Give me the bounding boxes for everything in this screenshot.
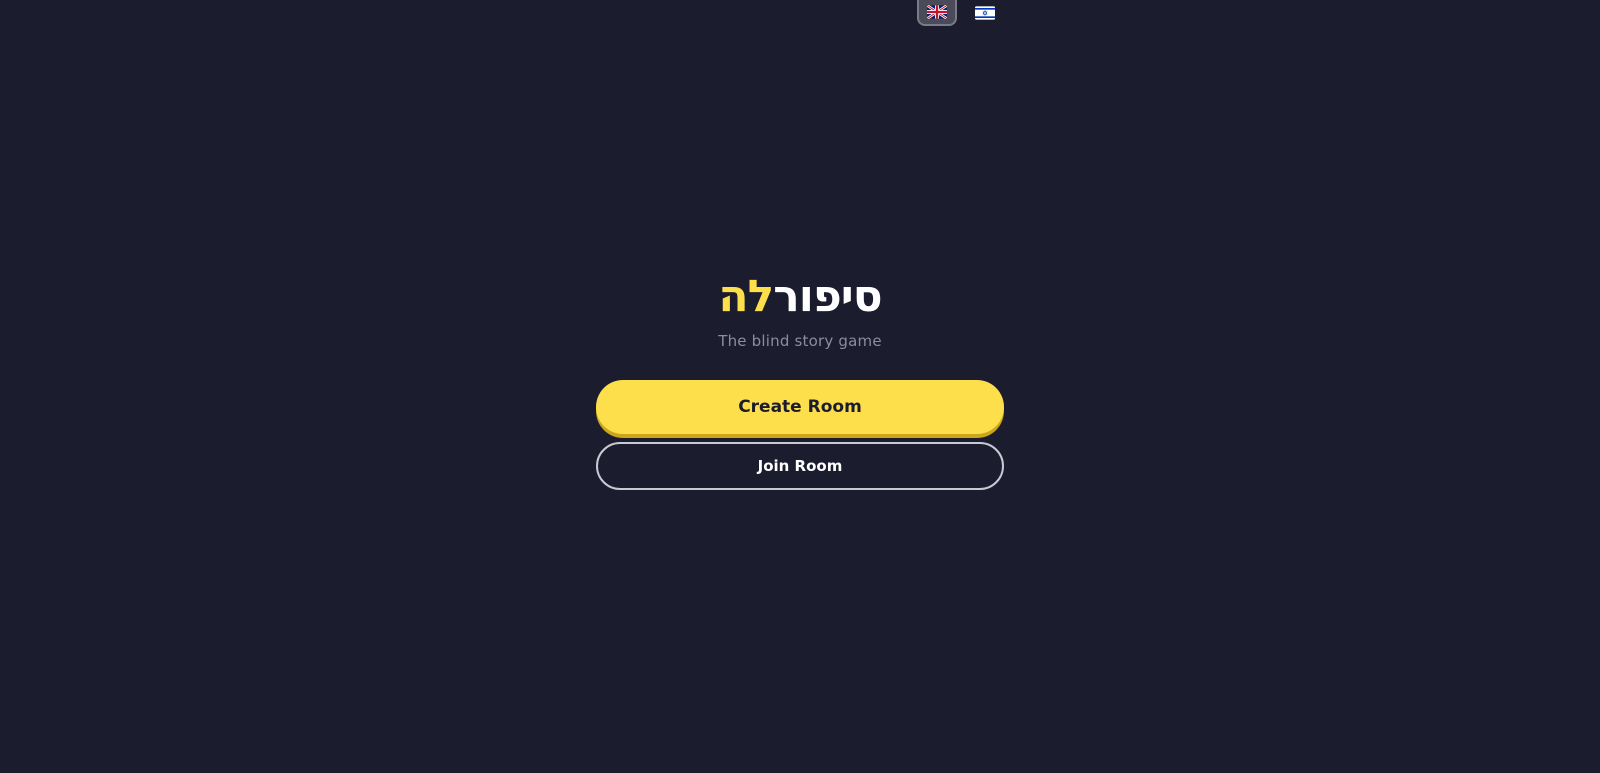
join-room-button[interactable]: Join Room <box>596 442 1004 490</box>
logo-text-white: סיפור <box>773 271 882 322</box>
home-page: סיפורלה The blind story game Create Room… <box>0 0 1600 773</box>
hero-section: סיפורלה The blind story game Create Room… <box>0 272 1600 490</box>
app-subtitle: The blind story game <box>718 332 882 350</box>
app-logo: סיפורלה <box>718 271 882 322</box>
language-option-english[interactable] <box>917 0 957 26</box>
uk-flag-icon <box>927 5 947 19</box>
logo-text-yellow: לה <box>718 271 774 322</box>
create-room-button[interactable]: Create Room <box>596 380 1004 434</box>
israel-flag-icon <box>975 6 995 20</box>
language-option-hebrew[interactable] <box>965 0 1005 26</box>
language-switcher <box>917 0 1005 26</box>
